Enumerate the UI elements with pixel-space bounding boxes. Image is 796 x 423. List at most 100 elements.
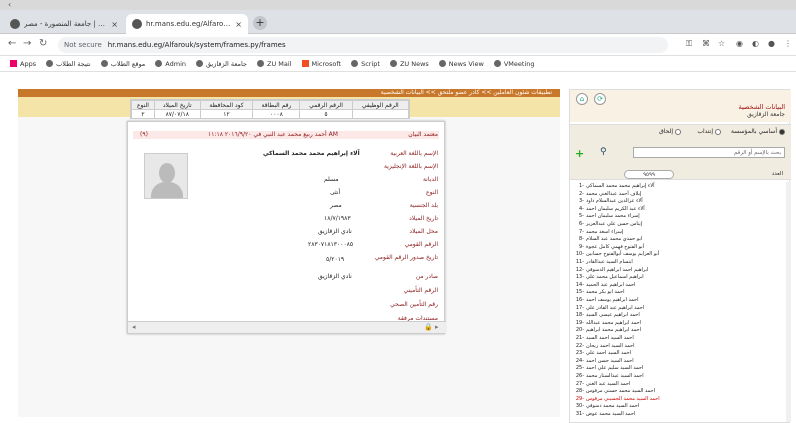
bookmark[interactable]: جامعة الزقازيق (196, 60, 247, 68)
avatar-head (159, 163, 175, 183)
back-icon[interactable]: ← (8, 38, 16, 49)
reload-icon[interactable]: ↻ (39, 38, 47, 49)
list-item-name: إيلاف أحمد عبدالغني محمد (586, 190, 642, 197)
list-item[interactable]: 25- احمد السيد سليم علي احمد (570, 366, 791, 372)
list-item[interactable]: 29- احمد السيد محمد الحسيني مرقوس (570, 396, 791, 403)
close-icon[interactable]: × (111, 20, 118, 29)
refresh-icon[interactable]: ⟳ (594, 93, 606, 105)
list-item[interactable]: 2- إيلاف أحمد عبدالغني محمد (570, 190, 791, 198)
chevron-left-icon[interactable]: ‹ (8, 0, 11, 9)
search-input[interactable]: بحث بالإسم أو الرقم (633, 147, 785, 158)
list-item[interactable]: 22- احمد السيد احمد ريحان (570, 342, 791, 350)
list-item-name: احمد السيد محمد دسوقي (586, 403, 640, 410)
key-icon[interactable]: ⚿ (686, 39, 692, 49)
bookmark-icon (389, 60, 397, 67)
list-item[interactable]: 18- احمد ابراهيم عيسى السيد (570, 312, 791, 319)
field-label: تاريخ الميلاد (409, 215, 438, 222)
url-input[interactable]: Not secure hr.mans.edu.eg/Alfarouk/syste… (58, 37, 668, 53)
close-icon[interactable]: × (235, 20, 242, 29)
bookmarks-bar: Apps نتيجة الطلاب موقع الطلاب Admin جامع… (0, 56, 796, 72)
browser-tab[interactable]: الصفحة الرئيسية | جامعة المنصورة - مصر × (4, 14, 124, 34)
summary-cell (351, 109, 410, 119)
bookmark[interactable]: VMeeting (493, 60, 535, 68)
new-tab-button[interactable]: + (253, 16, 267, 30)
translate-icon[interactable]: ⌘ (702, 39, 710, 48)
star-icon[interactable]: ☆ (718, 39, 725, 48)
field-label: النوع (426, 189, 438, 196)
list-item[interactable]: 5- إسراء محمد سليمان احمد (570, 214, 791, 220)
bookmark[interactable]: نتيجة الطلاب (46, 60, 91, 68)
bookmark[interactable]: Script (351, 60, 380, 68)
list-item-number: 11- (575, 259, 584, 265)
radio-secondment[interactable]: إنتداب (697, 128, 721, 135)
list-item[interactable]: 6- إيناس حسن علي عبدالعزيز (570, 221, 791, 228)
radio-attachment[interactable]: إلحاق (659, 128, 681, 135)
list-item[interactable]: 4- آلاء عبد الكريم سليمان احمد (570, 206, 791, 213)
profile-icon[interactable]: ● (768, 39, 775, 48)
menu-icon[interactable]: ⋮ (784, 39, 792, 48)
bookmark-icon (155, 60, 163, 67)
search-icon[interactable]: ⚲ (600, 147, 607, 157)
browser-tab-active[interactable]: hr.mans.edu.eg/Alfarouk/syste... × (126, 14, 248, 34)
add-icon[interactable]: + (575, 147, 584, 160)
extension-icon[interactable]: ◉ (736, 39, 743, 48)
list-item[interactable]: 23- احمد السيد احمد علي (570, 350, 791, 357)
list-item[interactable]: 13- ابراهيم اسماعيل محمد علي (570, 274, 791, 281)
list-item[interactable]: 15- احمد ابو بكر محمد (570, 290, 791, 296)
list-item[interactable]: 10- أبو العزايم يوسف أبوالفتوح حسانين (570, 252, 791, 258)
list-item[interactable]: 11- ابتسام السيد عبدالقادر (570, 259, 791, 266)
list-item-number: 7- (579, 228, 584, 235)
list-item[interactable]: 9- أبو الفتوح فهمي كامل عجوة (570, 244, 791, 251)
list-item-name: احمد السيد احمد ريحان (586, 342, 635, 349)
home-icon[interactable]: ⌂ (576, 93, 588, 105)
scroll-right-icon[interactable]: ▸ (435, 323, 439, 331)
list-item[interactable]: 27- احمد السيد عبد الغني (570, 381, 791, 388)
field-value: ١٨/٧/١٩٨٣ (324, 215, 351, 222)
bookmark[interactable]: Microsoft (301, 60, 341, 68)
field-label: الديانة (422, 176, 438, 183)
list-item[interactable]: 8- ابو حمدي محمد عبد السلام (570, 236, 791, 243)
list-item-name: آلاء إبراهيم محمد محمد السماكي (586, 183, 655, 189)
list-item[interactable]: 28- احمد السيد محمد حسني مرقوس (570, 388, 791, 395)
list-item[interactable]: 21- احمد السيد احمد السيد (570, 335, 791, 342)
summary-cell: ٨٧/٠٧/١٨ (153, 109, 201, 119)
bookmark-icon (493, 60, 501, 67)
list-item[interactable]: 20- احمد ابراهيم محمد ابراهيم (570, 328, 791, 334)
list-item-number: 21- (575, 335, 584, 341)
list-item[interactable]: 24- احمد السيد حسن احمد (570, 358, 791, 365)
list-item-name: احمد السيد محمد حسني مرقوس (586, 388, 656, 395)
field-value: ٢٨٣٠٧١٨١٣٠٠٠٨٥ (308, 241, 354, 248)
list-item[interactable]: 26- احمد السيد عبدالستار محمد (570, 373, 791, 380)
list-item-name: احمد ابراهيم محمد عبدالله (586, 319, 641, 326)
bookmark[interactable]: موقع الطلاب (100, 60, 145, 68)
scroll-left-icon[interactable]: ◂ (132, 323, 136, 331)
list-item[interactable]: 1- آلاء إبراهيم محمد محمد السماكي (570, 183, 791, 190)
list-item-number: 20- (575, 327, 584, 334)
radio-main-staff[interactable]: أساسي بالمؤسسة (731, 128, 785, 135)
list-item[interactable]: 17- احمد ابراهيم عبد القادر علي (570, 305, 791, 312)
microsoft-icon (301, 60, 309, 67)
field-label: رقم التأمين الصحي (390, 301, 438, 308)
list-item[interactable]: 19- احمد ابراهيم محمد عبدالله (570, 319, 791, 327)
bookmark-apps[interactable]: Apps (10, 60, 36, 68)
bookmark[interactable]: ZU Mail (257, 60, 292, 68)
list-item[interactable]: 7- إسراء اسعد محمد (570, 228, 791, 236)
list-item-name: احمد ابو بكر محمد (586, 289, 625, 296)
list-item-name: إسراء اسعد محمد (586, 228, 624, 235)
bookmark[interactable]: News View (438, 60, 484, 68)
bookmark[interactable]: ZU News (389, 60, 429, 68)
list-item-number: 16- (575, 297, 584, 303)
lock-icon[interactable]: 🔒 (424, 323, 433, 331)
list-item[interactable]: 3- آلاء عزالدين عبدالسلام داود (570, 198, 791, 205)
right-panel: ⌂ ⟳ البيانات الشخصية جامعة الزقازيق أساس… (569, 89, 791, 423)
list-item[interactable]: 12- ابراهيم احمد ابراهيم الدسوقي (570, 267, 791, 274)
field-label: محل الميلاد (409, 228, 438, 235)
list-item[interactable]: 14- احمد ابراهيم عبد الحميد (570, 282, 791, 289)
extension-icon[interactable]: ◐ (752, 39, 759, 48)
forward-icon[interactable]: → (23, 38, 31, 49)
list-item[interactable]: 16- احمد ابراهيم يوسف احمد (570, 297, 791, 304)
list-item[interactable]: 31- احمد السيد محمد عوض (570, 411, 791, 418)
bookmark[interactable]: Admin (155, 60, 186, 68)
list-item[interactable]: 30- احمد السيد محمد دسوقي (570, 404, 791, 410)
list-item-name: ابتسام السيد عبدالقادر (586, 259, 633, 265)
